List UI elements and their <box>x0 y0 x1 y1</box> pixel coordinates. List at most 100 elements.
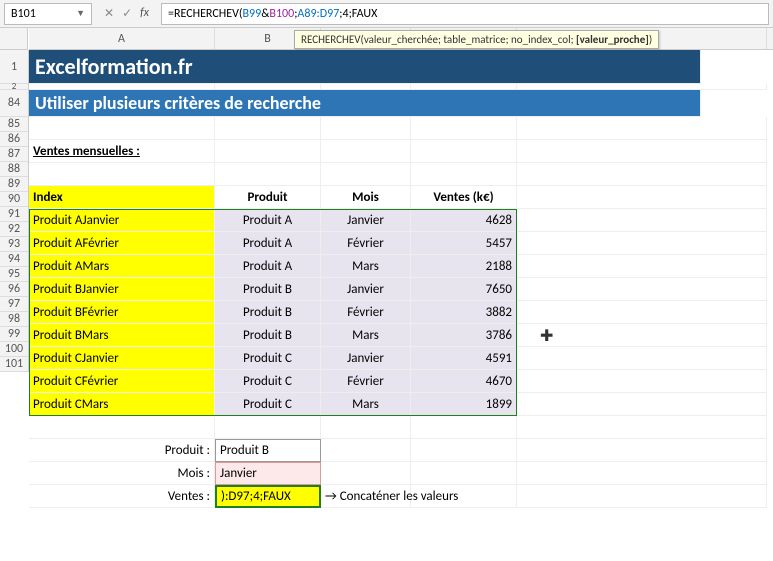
cell-index[interactable]: Produit BMars <box>29 324 215 347</box>
cell-mois[interactable]: Février <box>321 232 411 255</box>
cell-produit[interactable]: Produit B <box>215 301 321 324</box>
cell[interactable] <box>517 393 767 416</box>
label-mois[interactable]: Mois : <box>29 462 215 485</box>
row-header[interactable]: 86 <box>0 132 28 147</box>
row-header[interactable]: 101 <box>0 357 28 372</box>
cell-ventes[interactable]: 3786 <box>411 324 517 347</box>
cell-produit[interactable]: Produit A <box>215 255 321 278</box>
cell[interactable] <box>517 462 767 485</box>
cell[interactable] <box>517 186 767 209</box>
cancel-icon[interactable]: ✕ <box>104 6 114 21</box>
cell-mois[interactable]: Janvier <box>321 278 411 301</box>
row-header[interactable]: 91 <box>0 207 28 222</box>
cell-index[interactable]: Produit AFévrier <box>29 232 215 255</box>
label-ventes[interactable]: Ventes : <box>29 485 215 508</box>
cell-index[interactable]: Produit CFévrier <box>29 370 215 393</box>
chevron-down-icon[interactable]: ▼ <box>76 8 85 19</box>
row-header[interactable]: 100 <box>0 342 28 357</box>
cell[interactable] <box>321 163 411 186</box>
cell[interactable] <box>517 255 767 278</box>
fx-icon[interactable]: fx <box>140 6 149 21</box>
cell[interactable] <box>321 439 411 462</box>
cell-index[interactable]: Produit BJanvier <box>29 278 215 301</box>
input-mois[interactable]: Janvier <box>215 462 321 485</box>
row-header[interactable]: 96 <box>0 282 28 297</box>
cell[interactable] <box>215 140 321 163</box>
cell[interactable] <box>517 301 767 324</box>
row-header[interactable]: 89 <box>0 177 28 192</box>
header-ventes[interactable]: Ventes (k€) <box>411 186 517 209</box>
cell[interactable] <box>215 117 321 140</box>
cell-mois[interactable]: Mars <box>321 393 411 416</box>
cell-produit[interactable]: Produit A <box>215 209 321 232</box>
row-header[interactable]: 93 <box>0 237 28 252</box>
cell[interactable] <box>411 439 517 462</box>
cell[interactable] <box>517 416 767 439</box>
cell[interactable] <box>517 232 767 255</box>
formula-input[interactable]: =RECHERCHEV( B99 & B100 ; A89:D97 ;4;FAU… <box>161 3 769 25</box>
cell-index[interactable]: Produit AMars <box>29 255 215 278</box>
cell-index[interactable]: Produit CMars <box>29 393 215 416</box>
name-box[interactable]: B101 ▼ <box>4 3 92 25</box>
row-header[interactable]: 97 <box>0 297 28 312</box>
cell[interactable] <box>411 140 517 163</box>
cell[interactable] <box>517 163 767 186</box>
cell-grid[interactable]: Excelformation.fr Utiliser plusieurs cri… <box>29 50 773 508</box>
section-label[interactable]: Ventes mensuelles : <box>29 140 215 163</box>
row-header[interactable]: 1 <box>0 50 28 84</box>
cell-mois[interactable]: Mars <box>321 324 411 347</box>
cell-index[interactable]: Produit AJanvier <box>29 209 215 232</box>
cell-ventes[interactable]: 5457 <box>411 232 517 255</box>
cell[interactable] <box>517 485 767 508</box>
input-produit[interactable]: Produit B <box>215 439 321 462</box>
cell[interactable] <box>29 416 215 439</box>
cell[interactable] <box>517 439 767 462</box>
cell[interactable] <box>321 140 411 163</box>
cell-mois[interactable]: Janvier <box>321 209 411 232</box>
cell-mois[interactable]: Février <box>321 370 411 393</box>
cell-produit[interactable]: Produit A <box>215 232 321 255</box>
cell[interactable] <box>517 209 767 232</box>
row-header[interactable]: 87 <box>0 147 28 162</box>
row-header[interactable]: 85 <box>0 117 28 132</box>
cell[interactable] <box>411 416 517 439</box>
cell-produit[interactable]: Produit C <box>215 393 321 416</box>
cell[interactable] <box>29 163 215 186</box>
cell-produit[interactable]: Produit B <box>215 324 321 347</box>
label-produit[interactable]: Produit : <box>29 439 215 462</box>
cell-mois[interactable]: Janvier <box>321 347 411 370</box>
cell-ventes[interactable]: 3882 <box>411 301 517 324</box>
cell[interactable] <box>215 163 321 186</box>
cell[interactable] <box>411 462 517 485</box>
cell-ventes[interactable]: 7650 <box>411 278 517 301</box>
row-header[interactable]: 88 <box>0 162 28 177</box>
cell[interactable] <box>517 278 767 301</box>
active-cell-ventes[interactable]: ):D97;4;FAUX <box>215 485 321 508</box>
cell[interactable] <box>215 416 321 439</box>
cell[interactable] <box>517 140 767 163</box>
cell-ventes[interactable]: 4670 <box>411 370 517 393</box>
annotation[interactable]: → Concaténer les valeurs <box>321 485 411 508</box>
row-header[interactable]: 95 <box>0 267 28 282</box>
row-header[interactable]: 94 <box>0 252 28 267</box>
select-all-stub[interactable] <box>0 28 28 50</box>
cell[interactable] <box>321 416 411 439</box>
cell-ventes[interactable]: 1899 <box>411 393 517 416</box>
row-header[interactable]: 98 <box>0 312 28 327</box>
cell[interactable] <box>411 117 517 140</box>
row-header[interactable]: 99 <box>0 327 28 342</box>
cell-mois[interactable]: Mars <box>321 255 411 278</box>
cell-ventes[interactable]: 4628 <box>411 209 517 232</box>
cell[interactable] <box>517 347 767 370</box>
cell[interactable] <box>517 324 767 347</box>
header-mois[interactable]: Mois <box>321 186 411 209</box>
column-header[interactable]: A <box>29 28 215 49</box>
header-index[interactable]: Index <box>29 186 215 209</box>
cell-produit[interactable]: Produit C <box>215 370 321 393</box>
cell[interactable] <box>517 370 767 393</box>
cell-ventes[interactable]: 2188 <box>411 255 517 278</box>
cell[interactable] <box>321 462 411 485</box>
row-header[interactable]: 90 <box>0 192 28 207</box>
row-header[interactable]: 92 <box>0 222 28 237</box>
cell[interactable] <box>411 163 517 186</box>
